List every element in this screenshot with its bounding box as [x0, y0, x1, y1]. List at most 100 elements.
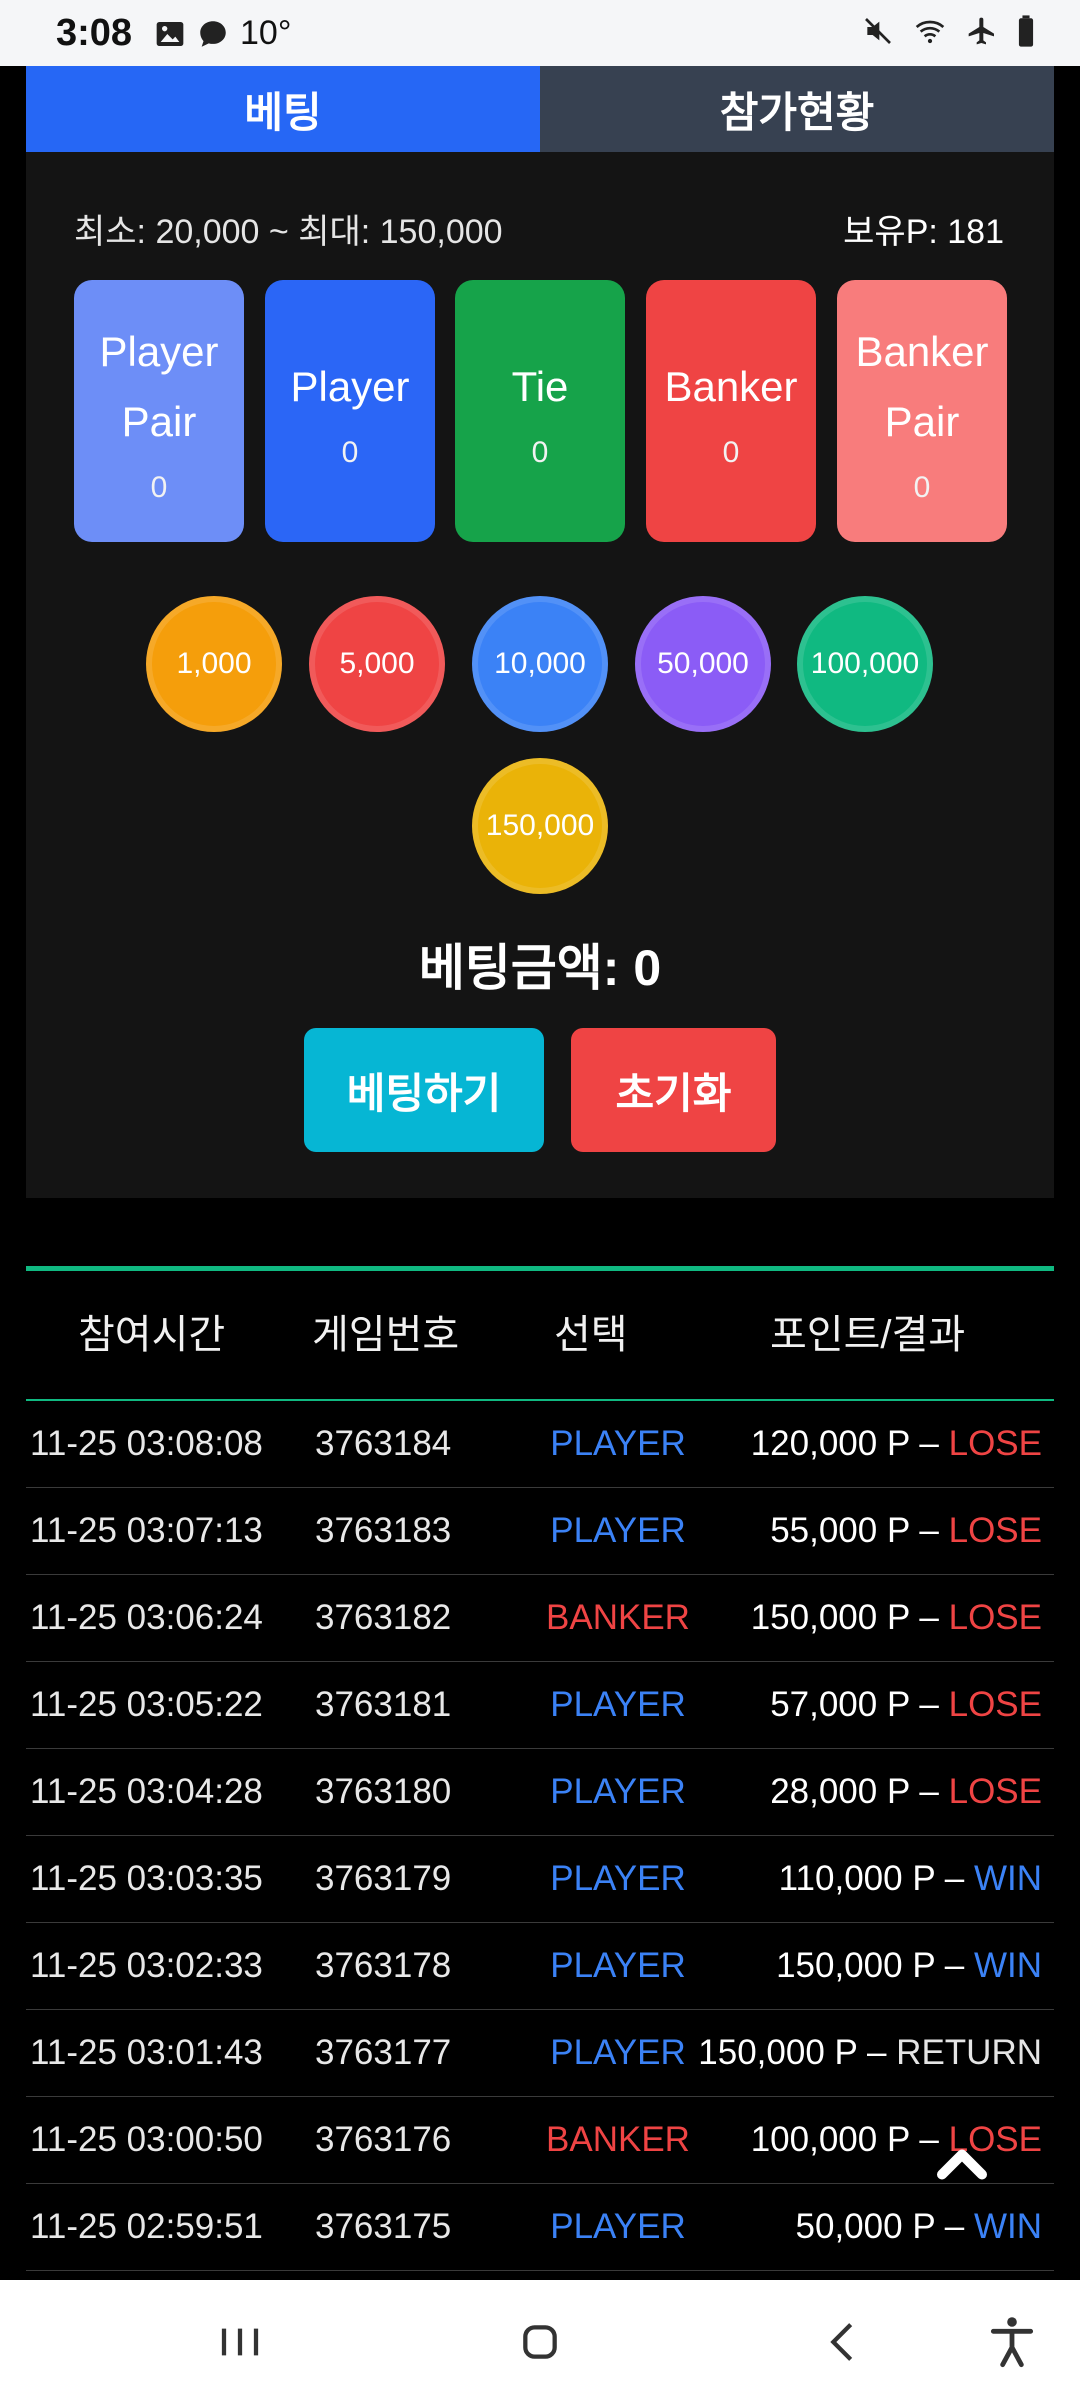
row-unit: P – [824, 2033, 897, 2072]
chip-5000[interactable]: 5,000 [309, 596, 445, 732]
tab-participation-status[interactable]: 참가현황 [540, 66, 1054, 152]
points-balance: 보유P: 181 [843, 213, 1004, 251]
row-outcome: WIN [973, 1946, 1042, 1985]
row-game-number: 3763182 [315, 1598, 452, 1637]
header-selection: 선택 [554, 1313, 628, 1357]
history-row: 11-25 03:07:13 3763183 PLAYER 55,000 P – LO… [26, 1488, 1054, 1575]
row-points: 120,000 [750, 1424, 878, 1463]
history-row: 11-25 03:00:50 3763176 BANKER 100,000 P – L… [26, 2097, 1054, 2184]
row-selection: PLAYER [550, 1859, 686, 1898]
row-unit: P – [902, 1859, 974, 1898]
chip-10000[interactable]: 10,000 [472, 596, 608, 732]
status-time: 3:08 [56, 12, 133, 54]
row-unit: P – [877, 1685, 949, 1724]
row-points: 150,000 [750, 1598, 878, 1637]
row-game-number: 3763177 [315, 2033, 452, 2072]
bet-option-label: Player [290, 363, 410, 410]
row-selection: PLAYER [550, 1424, 686, 1463]
row-points: 50,000 [795, 2207, 903, 2246]
row-time: 11-25 02:59:51 [30, 2207, 263, 2246]
chip-100000[interactable]: 100,000 [797, 596, 933, 732]
row-points: 55,000 [770, 1511, 878, 1550]
accessibility-icon[interactable] [980, 2310, 1044, 2374]
status-left-icons: 10° [154, 14, 291, 53]
row-game-number: 3763175 [315, 2207, 452, 2246]
bet-option-amount: 0 [150, 471, 168, 504]
bet-option-tie[interactable]: Tie 0 [455, 280, 625, 542]
bet-limits: 최소: 20,000 ~ 최대: 150,000 [74, 213, 503, 251]
row-unit: P – [877, 1511, 949, 1550]
history-row: 11-25 03:01:43 3763177 PLAYER 150,000 P – R… [26, 2010, 1054, 2097]
row-points: 100,000 [750, 2120, 878, 2159]
home-icon[interactable] [508, 2310, 572, 2374]
row-points: 110,000 [778, 1859, 903, 1898]
row-result: 150,000 P – RETURN [698, 2010, 1042, 2096]
row-result: 55,000 P – LOSE [770, 1488, 1042, 1574]
bet-option-banker[interactable]: Banker 0 [646, 280, 816, 542]
row-game-number: 3763180 [315, 1772, 452, 1811]
bet-option-amount: 0 [913, 471, 931, 504]
row-selection: PLAYER [550, 1772, 686, 1811]
chat-bubble-icon [200, 20, 226, 47]
chip-1000[interactable]: 1,000 [146, 596, 282, 732]
chip-150000[interactable]: 150,000 [472, 758, 608, 894]
row-time: 11-25 03:03:35 [30, 1859, 263, 1898]
battery-icon [1018, 15, 1034, 47]
header-game-number: 게임번호 [312, 1313, 460, 1357]
bet-option-banker-pair[interactable]: Banker Pair 0 [837, 280, 1007, 542]
row-selection: BANKER [546, 2120, 690, 2159]
row-time: 11-25 03:00:50 [30, 2120, 263, 2159]
row-unit: P – [902, 2207, 974, 2246]
row-points: 150,000 [776, 1946, 903, 1985]
row-selection: PLAYER [550, 2207, 686, 2246]
bet-option-player-pair[interactable]: Player Pair 0 [74, 280, 244, 542]
scroll-to-top-icon[interactable] [932, 2132, 992, 2192]
row-game-number: 3763178 [315, 1946, 452, 1985]
row-unit: P – [877, 1598, 949, 1637]
place-bet-button[interactable]: 베팅하기 [304, 1028, 544, 1152]
row-result: 120,000 P – LOSE [751, 1401, 1042, 1487]
history-header: 참여시간 게임번호 선택 포인트/결과 [26, 1271, 1054, 1401]
tab-bar: 베팅 참가현황 [26, 66, 1054, 152]
row-result: 150,000 P – LOSE [751, 1575, 1042, 1661]
row-unit: P – [877, 1772, 949, 1811]
row-game-number: 3763181 [315, 1685, 452, 1724]
history-row: 11-25 03:03:35 3763179 PLAYER 110,000 P – W… [26, 1836, 1054, 1923]
row-outcome: RETURN [896, 2033, 1042, 2072]
tab-betting[interactable]: 베팅 [26, 66, 540, 152]
row-time: 11-25 03:04:28 [30, 1772, 263, 1811]
recent-apps-icon[interactable] [208, 2310, 272, 2374]
row-outcome: LOSE [948, 1511, 1042, 1550]
row-game-number: 3763176 [315, 2120, 452, 2159]
history-list: 11-25 03:08:08 3763184 PLAYER 120,000 P – L… [26, 1401, 1054, 2271]
bet-option-amount: 0 [722, 436, 740, 469]
bet-total-amount: 베팅금액: 0 [418, 940, 662, 996]
row-game-number: 3763184 [315, 1424, 452, 1463]
row-result: 100,000 P – LOSE [751, 2097, 1042, 2183]
reset-button[interactable]: 초기화 [571, 1028, 776, 1152]
chip-50000[interactable]: 50,000 [635, 596, 771, 732]
row-time: 11-25 03:08:08 [30, 1424, 263, 1463]
row-result: 110,000 P – WIN [779, 1836, 1042, 1922]
back-icon[interactable] [812, 2310, 876, 2374]
row-outcome: LOSE [948, 1685, 1042, 1724]
row-time: 11-25 03:07:13 [30, 1511, 263, 1550]
betting-panel: 최소: 20,000 ~ 최대: 150,000 보유P: 181 Player… [26, 152, 1054, 1198]
navigation-bar [0, 2280, 1080, 2408]
row-unit: P – [877, 1424, 949, 1463]
row-game-number: 3763179 [315, 1859, 452, 1898]
row-outcome: LOSE [948, 1772, 1042, 1811]
row-time: 11-25 03:01:43 [30, 2033, 263, 2072]
header-join-time: 참여시간 [78, 1313, 226, 1357]
wifi-icon [915, 20, 945, 44]
row-outcome: WIN [973, 2207, 1042, 2246]
row-outcome: LOSE [948, 1424, 1042, 1463]
airplane-icon [968, 17, 994, 45]
status-bar: 3:08 10° [0, 0, 1080, 66]
row-result: 28,000 P – LOSE [770, 1749, 1042, 1835]
row-selection: BANKER [546, 1598, 690, 1637]
row-points: 57,000 [770, 1685, 878, 1724]
bet-option-player[interactable]: Player 0 [265, 280, 435, 542]
row-selection: PLAYER [550, 2033, 686, 2072]
bet-option-label: Player Pair [99, 328, 219, 445]
